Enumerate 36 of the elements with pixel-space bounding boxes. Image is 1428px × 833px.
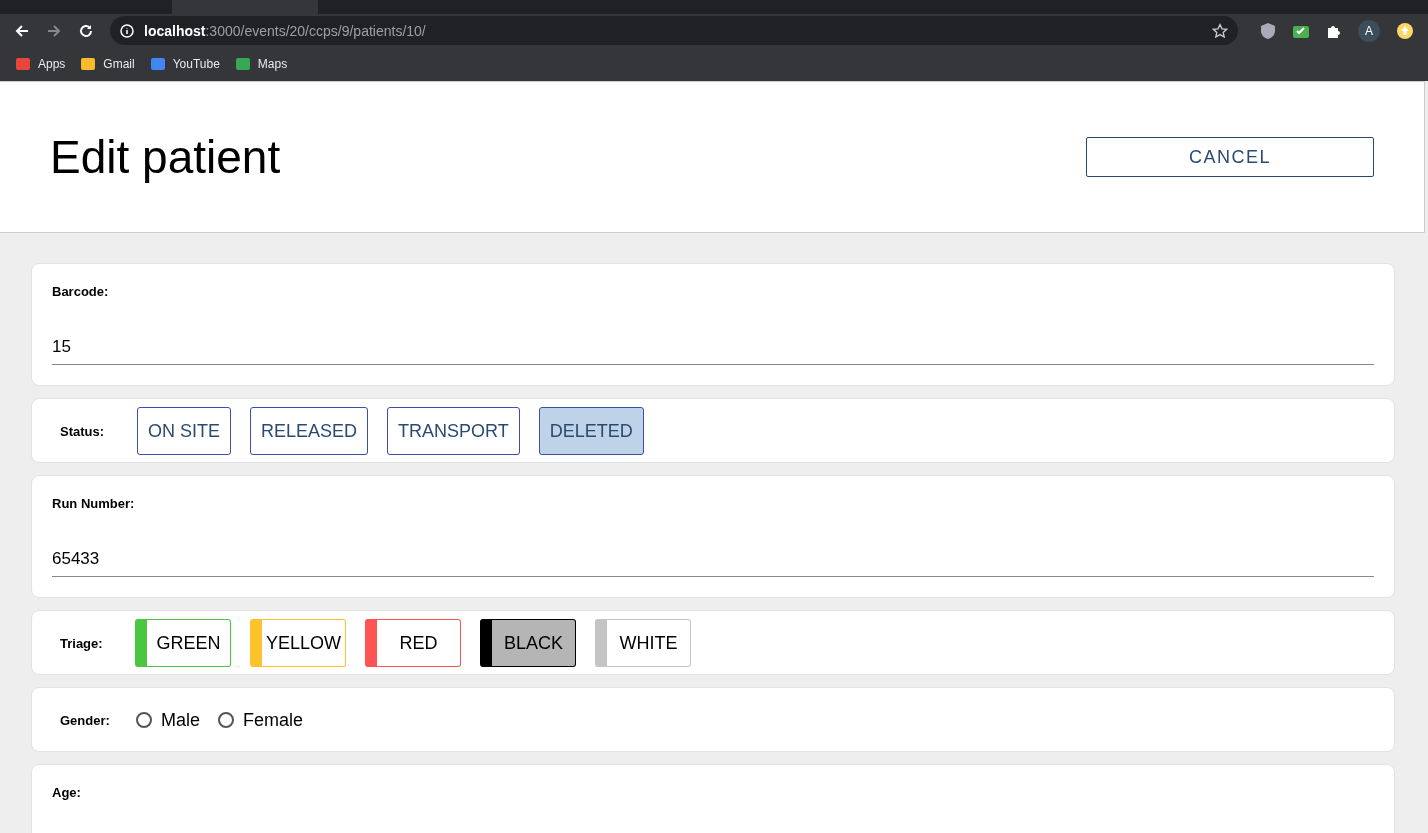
run-number-field[interactable]: 65433 xyxy=(52,545,1374,577)
info-icon xyxy=(120,23,134,38)
star-icon[interactable] xyxy=(1212,22,1228,39)
field-label: Gender: xyxy=(60,712,111,728)
update-icon[interactable] xyxy=(1396,21,1414,40)
barcode-field[interactable]: 15 xyxy=(52,333,1374,365)
field-label: Run Number: xyxy=(52,496,136,511)
radio-button[interactable] xyxy=(136,712,152,728)
field-label: Status: xyxy=(60,423,106,439)
reload-icon[interactable] xyxy=(78,22,94,39)
triage-button[interactable]: WHITE xyxy=(595,619,691,667)
page-title: Edit patient xyxy=(50,130,281,184)
field-label: Triage: xyxy=(60,635,104,651)
back-icon[interactable] xyxy=(14,22,30,39)
forward-icon[interactable] xyxy=(46,22,62,39)
field-label: Age: xyxy=(52,785,82,800)
triage-button[interactable]: YELLOW xyxy=(250,619,346,667)
status-button[interactable]: DELETED xyxy=(538,407,644,455)
triage-button[interactable]: BLACK xyxy=(480,619,576,667)
status-button[interactable]: RELEASED xyxy=(250,407,369,455)
triage-button[interactable]: GREEN xyxy=(135,619,231,667)
profile-avatar[interactable]: A xyxy=(1358,19,1380,42)
address-bar[interactable]: localhost:3000/events/20/ccps/9/patients/10/ xyxy=(110,16,1238,45)
status-button[interactable]: ON SITE xyxy=(137,407,231,455)
radio-label: Male xyxy=(161,709,200,731)
radio-label: Female xyxy=(243,709,304,731)
bookmark-item[interactable]: Gmail xyxy=(81,57,135,71)
triage-button[interactable]: RED xyxy=(365,619,461,667)
cancel-button[interactable]: CANCEL xyxy=(1086,137,1374,177)
shield-icon[interactable] xyxy=(1260,21,1276,40)
bookmark-item[interactable]: Apps xyxy=(16,57,66,71)
field-label: Barcode: xyxy=(52,284,110,299)
bookmark-item[interactable]: Maps xyxy=(235,57,288,71)
radio-button[interactable] xyxy=(218,712,234,728)
bookmark-item[interactable]: YouTube xyxy=(150,57,220,71)
status-button[interactable]: TRANSPORT xyxy=(387,407,520,455)
